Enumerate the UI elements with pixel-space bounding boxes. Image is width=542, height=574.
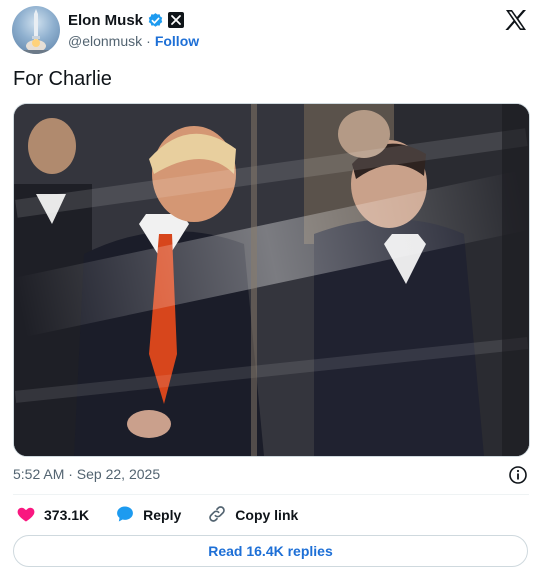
verified-check-icon xyxy=(147,12,164,29)
like-button[interactable]: 373.1K xyxy=(16,504,89,527)
follow-button[interactable]: Follow xyxy=(155,33,199,49)
post-photo[interactable] xyxy=(13,103,530,457)
copy-link-button[interactable]: Copy link xyxy=(207,504,298,527)
divider xyxy=(13,494,529,495)
post-header: Elon Musk @elonmusk · Follow xyxy=(12,6,530,56)
author-name[interactable]: Elon Musk xyxy=(68,12,143,29)
heart-icon xyxy=(16,504,36,527)
post-text: For Charlie xyxy=(13,68,112,90)
avatar[interactable] xyxy=(12,6,60,54)
photo-content xyxy=(14,104,529,456)
rocket-launch-image xyxy=(12,9,60,54)
info-icon[interactable] xyxy=(508,465,528,485)
name-row: Elon Musk xyxy=(68,10,185,30)
copy-link-label: Copy link xyxy=(235,507,299,523)
reply-label: Reply xyxy=(143,507,182,523)
like-count: 373.1K xyxy=(44,507,90,523)
action-bar: 373.1K Reply Copy link xyxy=(16,504,324,526)
link-icon xyxy=(207,504,227,527)
separator-dot: · xyxy=(146,33,151,49)
x-badge-icon xyxy=(168,12,185,28)
reply-bubble-icon xyxy=(115,504,135,527)
post-timestamp[interactable]: 5:52 AM · Sep 22, 2025 xyxy=(13,466,160,482)
reply-button[interactable]: Reply xyxy=(115,504,181,527)
read-replies-button[interactable]: Read 16.4K replies xyxy=(13,535,528,567)
author-handle[interactable]: @elonmusk xyxy=(68,33,142,49)
x-logo-icon[interactable] xyxy=(504,8,528,32)
handle-row: @elonmusk · Follow xyxy=(68,33,199,49)
